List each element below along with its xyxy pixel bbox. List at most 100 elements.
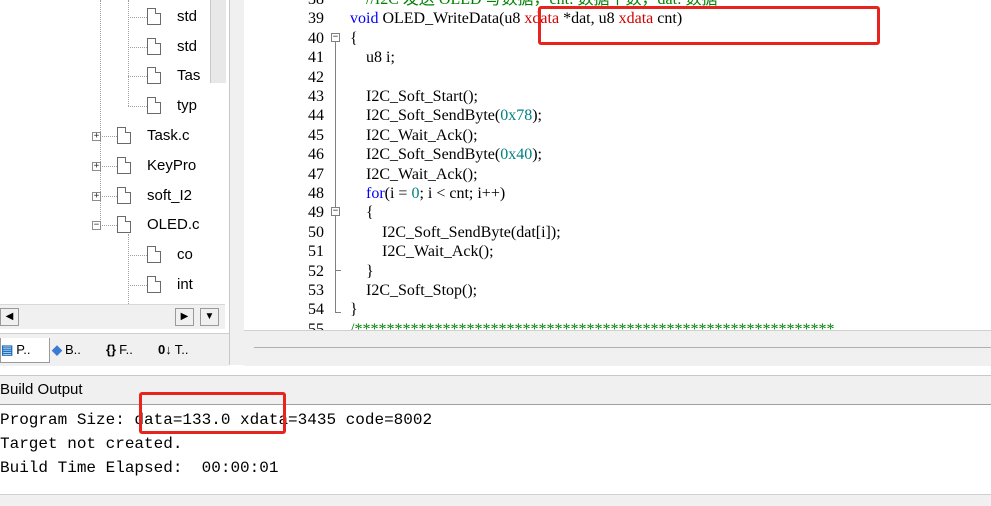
- code-token: OLED_WriteData(u8: [378, 10, 525, 28]
- code-line[interactable]: I2C_Soft_Stop();: [350, 281, 477, 300]
- line-number: 44: [308, 107, 324, 125]
- code-token: );: [532, 107, 542, 125]
- line-number: 45: [308, 126, 324, 144]
- editor-horizontal-scrollbar[interactable]: [244, 330, 991, 366]
- file-icon: [117, 157, 131, 174]
- tree-item-label[interactable]: Tas: [177, 67, 200, 85]
- fold-line: [335, 216, 336, 312]
- panel-tab-0[interactable]: ▤ P..: [0, 338, 50, 363]
- fold-collapse-icon[interactable]: −: [331, 207, 340, 216]
- line-number: 41: [308, 49, 324, 67]
- file-icon: [117, 216, 131, 233]
- code-token: I2C_Soft_SendByte(dat[i]);: [350, 223, 561, 241]
- line-number: 46: [308, 146, 324, 164]
- tree-expander-plus-icon[interactable]: +: [92, 192, 101, 201]
- tree-item-label[interactable]: co: [177, 246, 193, 264]
- code-token: void: [350, 10, 379, 28]
- templates-icon: 0↓: [158, 342, 172, 357]
- line-number: 49: [308, 204, 324, 222]
- file-icon: [147, 38, 161, 55]
- highlight-box-data-size: [139, 392, 286, 434]
- code-line[interactable]: I2C_Wait_Ack();: [350, 126, 478, 145]
- tree-item-label[interactable]: typ: [177, 97, 197, 115]
- tree-item-label[interactable]: std: [177, 38, 197, 56]
- code-token: I2C_Wait_Ack();: [350, 126, 478, 144]
- line-number: 53: [308, 282, 324, 299]
- code-line[interactable]: {: [350, 29, 358, 48]
- code-line[interactable]: for(i = 0; i < cnt; i++): [350, 184, 505, 203]
- file-icon: [147, 8, 161, 25]
- line-number-gutter: 383940 4142 43 4445 4647 48 4950 5152 53 5455 − −: [244, 0, 344, 330]
- fold-end-marker: [335, 270, 341, 271]
- code-token: I2C_Soft_Stop();: [350, 282, 478, 299]
- line-number: 51: [308, 243, 324, 261]
- tree-item-label[interactable]: Task.c: [147, 127, 190, 145]
- code-line[interactable]: /***************************************…: [350, 320, 834, 330]
- code-line[interactable]: I2C_Soft_SendByte(0x78);: [350, 106, 542, 125]
- tree-item-label[interactable]: int: [177, 276, 193, 294]
- code-line[interactable]: I2C_Soft_SendByte(dat[i]);: [350, 223, 561, 242]
- panel-splitter[interactable]: [229, 0, 245, 365]
- code-token: 0x40: [500, 146, 533, 164]
- tree-item-label[interactable]: soft_I2: [147, 187, 192, 205]
- tree-item-label[interactable]: std: [177, 8, 197, 26]
- code-token: );: [532, 146, 542, 164]
- code-line[interactable]: }: [350, 300, 358, 319]
- panel-tab-3[interactable]: 0↓ T..: [158, 338, 214, 362]
- code-token: {: [350, 29, 358, 47]
- code-token: }: [350, 301, 358, 319]
- code-token: /***************************************…: [350, 320, 835, 330]
- build-output-line: Build Time Elapsed: 00:00:01: [0, 459, 279, 477]
- tree-item-label[interactable]: KeyPro: [147, 157, 196, 175]
- line-number: 50: [308, 223, 324, 241]
- code-token: I2C_Soft_Start();: [350, 88, 478, 105]
- tree-expander-plus-icon[interactable]: +: [92, 162, 101, 171]
- tree-horizontal-scrollbar[interactable]: ◀ ▶ ▼: [0, 304, 225, 329]
- code-token: (i =: [384, 185, 412, 202]
- tree-expander-plus-icon[interactable]: +: [92, 132, 101, 141]
- project-icon: ▤: [1, 342, 14, 357]
- fold-end-marker: [335, 312, 341, 313]
- tree-item-label[interactable]: OLED.c: [147, 216, 200, 234]
- scroll-left-button[interactable]: ◀: [0, 308, 19, 326]
- code-line[interactable]: u8 i;: [350, 48, 395, 67]
- code-token: u8 i;: [350, 49, 395, 67]
- line-number: 47: [308, 165, 324, 183]
- code-token: I2C_Wait_Ack();: [350, 243, 494, 261]
- code-line[interactable]: I2C_Wait_Ack();: [350, 242, 494, 261]
- fold-collapse-icon[interactable]: −: [331, 33, 340, 42]
- books-icon: ◆: [52, 342, 62, 357]
- line-number: 55: [308, 320, 324, 330]
- code-token: }: [350, 262, 374, 280]
- tree-expander-minus-icon[interactable]: −: [92, 221, 101, 230]
- line-number: 48: [308, 185, 324, 202]
- highlight-box-function-signature: [538, 6, 880, 45]
- line-number: 43: [308, 88, 324, 105]
- code-token: I2C_Soft_SendByte(: [350, 146, 501, 164]
- line-number: 38: [274, 0, 324, 9]
- panel-tab-1[interactable]: ◆ B..: [52, 338, 102, 362]
- file-icon: [147, 67, 161, 84]
- panel-tab-label: P..: [16, 342, 31, 357]
- code-token: for: [366, 185, 385, 202]
- file-icon: [117, 187, 131, 204]
- line-number: 39: [308, 10, 324, 28]
- code-token: ; i < cnt; i++): [419, 185, 506, 202]
- line-number: 40: [308, 29, 324, 47]
- panel-tab-2[interactable]: {} F..: [106, 338, 154, 362]
- scroll-down-button[interactable]: ▼: [200, 308, 219, 326]
- scroll-right-button[interactable]: ▶: [175, 308, 194, 326]
- file-icon: [147, 276, 161, 293]
- code-line[interactable]: I2C_Soft_Start();: [350, 87, 478, 106]
- code-line[interactable]: }: [350, 262, 374, 281]
- line-number: 52: [308, 262, 324, 280]
- tree-vertical-scrollbar[interactable]: [210, 0, 226, 83]
- code-line[interactable]: I2C_Wait_Ack();: [350, 165, 478, 184]
- code-token: 0x78: [500, 107, 533, 125]
- line-number: 54: [308, 301, 324, 319]
- code-editor[interactable]: 383940 4142 43 4445 4647 48 4950 5152 53 5455 − − /…: [244, 0, 991, 330]
- code-line[interactable]: {: [350, 203, 374, 222]
- project-tree[interactable]: std std Tas typ + Task.c + KeyPro + soft_I2 − OLED.…: [0, 0, 229, 333]
- code-line[interactable]: I2C_Soft_SendByte(0x40);: [350, 145, 542, 164]
